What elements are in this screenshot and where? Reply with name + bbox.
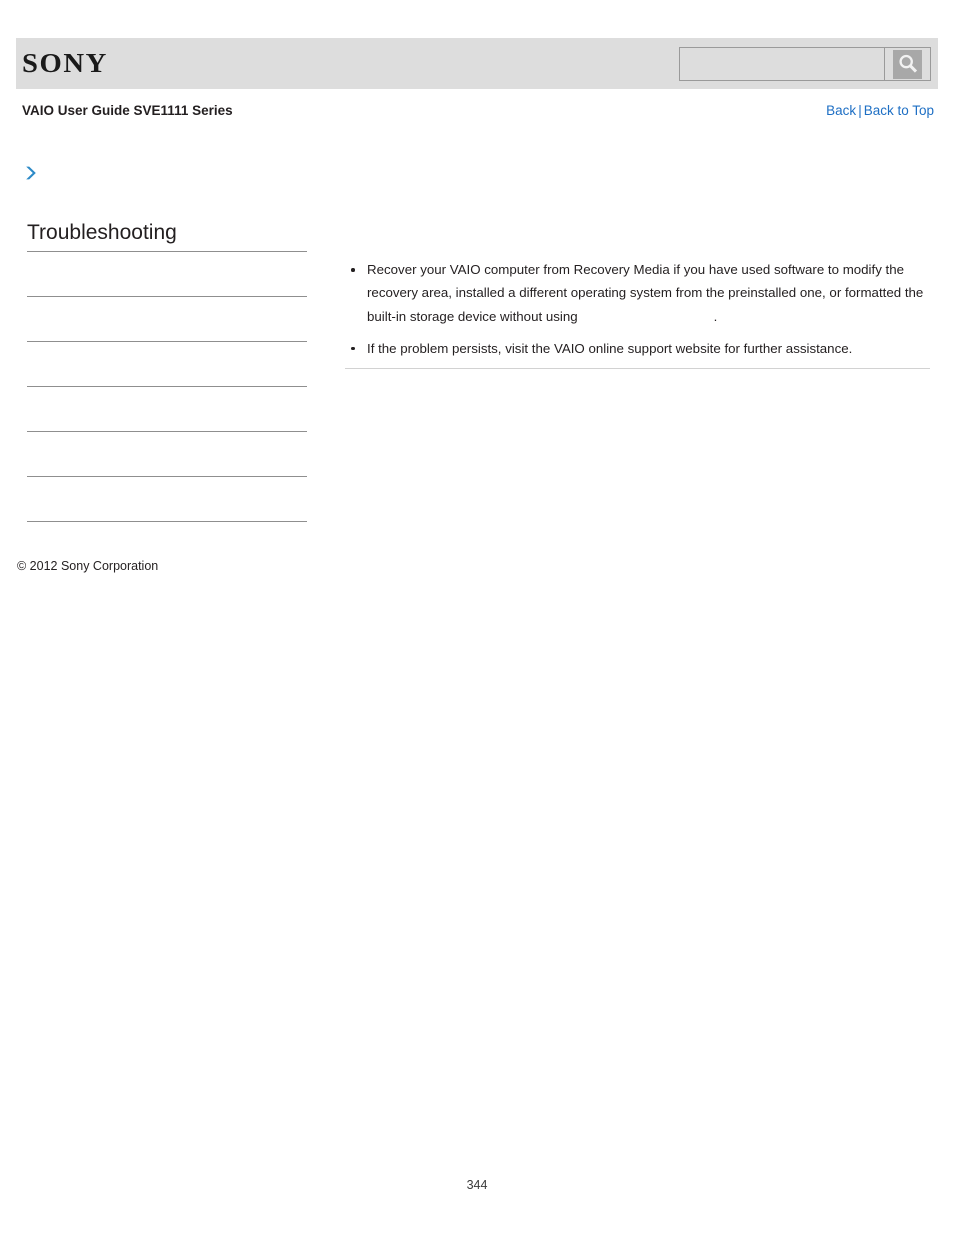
page-number: 344 — [466, 1178, 488, 1192]
bullet-text: If the problem persists, visit the VAIO … — [367, 340, 853, 356]
sidebar-item[interactable] — [27, 432, 307, 478]
list-item: Recover your VAIO computer from Recovery… — [345, 258, 935, 328]
sidebar: Troubleshooting — [27, 220, 307, 523]
back-to-top-link[interactable]: Back to Top — [864, 103, 934, 118]
guide-title: VAIO User Guide SVE1111 Series — [22, 103, 233, 118]
search-icon — [893, 49, 922, 79]
sidebar-item[interactable] — [27, 252, 307, 298]
search-input[interactable] — [680, 48, 884, 80]
sony-logo: SONY — [22, 48, 108, 78]
back-link[interactable]: Back — [826, 103, 856, 118]
search-container — [679, 47, 931, 81]
content-divider — [345, 368, 930, 369]
list-item: If the problem persists, visit the VAIO … — [345, 337, 935, 360]
top-navigation-links: Back | Back to Top — [826, 103, 934, 118]
chevron-right-icon — [24, 165, 38, 181]
sidebar-item[interactable] — [27, 297, 307, 343]
bullet-text-tail: . — [713, 308, 718, 324]
sidebar-item[interactable] — [27, 387, 307, 433]
main-content: Recover your VAIO computer from Recovery… — [345, 258, 935, 360]
breadcrumb — [24, 162, 44, 184]
copyright-notice: © 2012 Sony Corporation — [17, 559, 159, 573]
link-separator: | — [858, 103, 862, 118]
sidebar-title: Troubleshooting — [27, 220, 307, 253]
sidebar-item[interactable] — [27, 342, 307, 388]
search-button[interactable] — [884, 48, 930, 80]
bullet-text: Recover your VAIO computer from Recovery… — [367, 262, 924, 324]
bullet-list: Recover your VAIO computer from Recovery… — [345, 258, 935, 360]
sidebar-item[interactable] — [27, 477, 307, 523]
